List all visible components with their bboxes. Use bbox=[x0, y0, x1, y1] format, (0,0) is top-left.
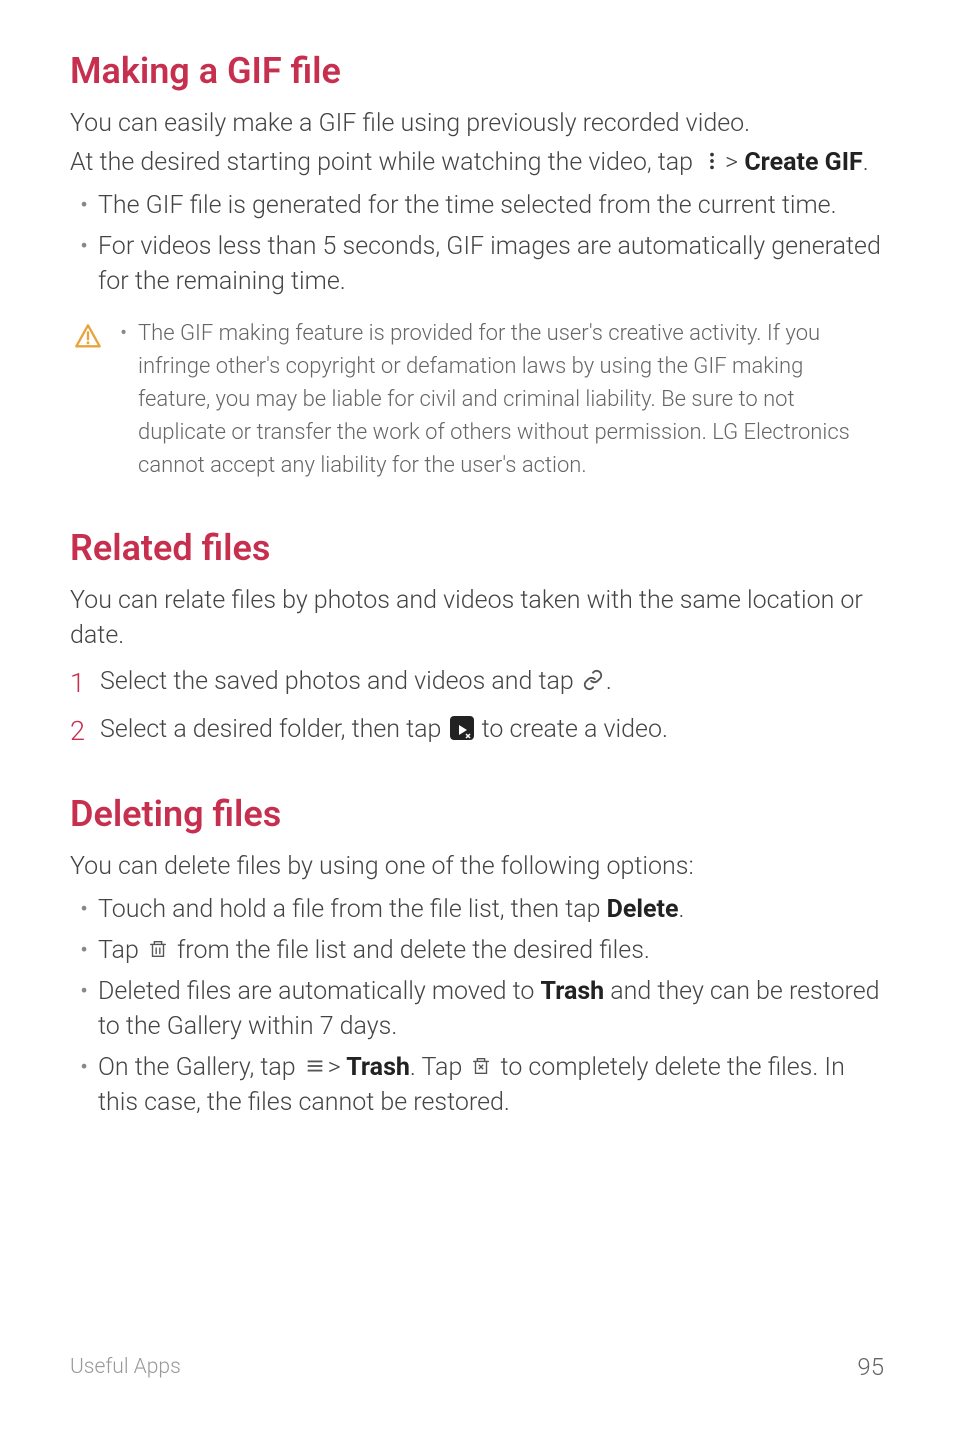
text-fragment: Select the saved photos and videos and t… bbox=[100, 667, 580, 696]
list-item: The GIF file is generated for the time s… bbox=[70, 188, 884, 223]
section-related-files: Related files You can relate files by ph… bbox=[70, 527, 884, 748]
warning-content: The GIF making feature is provided for t… bbox=[118, 317, 880, 482]
bold-text: Delete bbox=[607, 895, 679, 924]
bold-text: Trash bbox=[341, 1053, 410, 1082]
text-fragment: Select a desired folder, then tap bbox=[100, 715, 448, 744]
list-item: 1 Select the saved photos and videos and… bbox=[70, 663, 884, 701]
list-item: On the Gallery, tap > Trash. Tap to comp… bbox=[70, 1050, 884, 1120]
bold-text: Create GIF bbox=[738, 148, 863, 177]
bullet-list: Touch and hold a file from the file list… bbox=[70, 892, 884, 1120]
more-options-icon bbox=[701, 150, 723, 172]
section-title: Making a GIF file bbox=[70, 50, 884, 92]
text-fragment: . Tap bbox=[410, 1053, 469, 1082]
separator: > bbox=[328, 1053, 341, 1082]
separator: > bbox=[725, 148, 738, 177]
section-title: Deleting files bbox=[70, 793, 884, 835]
text-fragment: to create a video. bbox=[476, 715, 668, 744]
list-item: Deleted files are automatically moved to… bbox=[70, 974, 884, 1044]
text-fragment: Touch and hold a file from the file list… bbox=[98, 895, 607, 924]
text-fragment: . bbox=[863, 148, 869, 177]
text-fragment: Tap bbox=[98, 936, 145, 965]
list-item: Tap from the file list and delete the de… bbox=[70, 933, 884, 968]
step-number: 2 bbox=[70, 711, 85, 752]
footer-section-label: Useful Apps bbox=[70, 1355, 181, 1379]
text-fragment: On the Gallery, tap bbox=[98, 1053, 302, 1082]
body-paragraph: You can delete files by using one of the… bbox=[70, 849, 884, 884]
section-title: Related files bbox=[70, 527, 884, 569]
warning-text: The GIF making feature is provided for t… bbox=[118, 317, 880, 482]
text-fragment: . bbox=[606, 667, 612, 696]
bullet-list: The GIF file is generated for the time s… bbox=[70, 188, 884, 299]
page-footer: Useful Apps 95 bbox=[70, 1353, 884, 1381]
footer-page-number: 95 bbox=[857, 1353, 884, 1381]
list-item: For videos less than 5 seconds, GIF imag… bbox=[70, 229, 884, 299]
body-paragraph: You can relate files by photos and video… bbox=[70, 583, 884, 653]
warning-callout: The GIF making feature is provided for t… bbox=[70, 317, 884, 482]
list-item: Touch and hold a file from the file list… bbox=[70, 892, 884, 927]
section-making-gif: Making a GIF file You can easily make a … bbox=[70, 50, 884, 482]
step-number: 1 bbox=[70, 663, 85, 704]
warning-icon bbox=[74, 323, 102, 351]
section-deleting-files: Deleting files You can delete files by u… bbox=[70, 793, 884, 1120]
text-fragment: At the desired starting point while watc… bbox=[70, 148, 699, 177]
bold-text: Trash bbox=[541, 977, 605, 1006]
menu-icon bbox=[304, 1055, 326, 1077]
text-fragment: Deleted files are automatically moved to bbox=[98, 977, 541, 1006]
body-paragraph: At the desired starting point while watc… bbox=[70, 145, 884, 180]
text-fragment: . bbox=[678, 895, 684, 924]
link-icon bbox=[582, 669, 604, 691]
trash-icon bbox=[147, 938, 169, 960]
numbered-list: 1 Select the saved photos and videos and… bbox=[70, 663, 884, 748]
list-item: 2 Select a desired folder, then tap to c… bbox=[70, 711, 884, 749]
create-video-icon bbox=[450, 716, 474, 740]
delete-permanent-icon bbox=[470, 1055, 492, 1077]
text-fragment: from the file list and delete the desire… bbox=[171, 936, 650, 965]
body-paragraph: You can easily make a GIF file using pre… bbox=[70, 106, 884, 141]
